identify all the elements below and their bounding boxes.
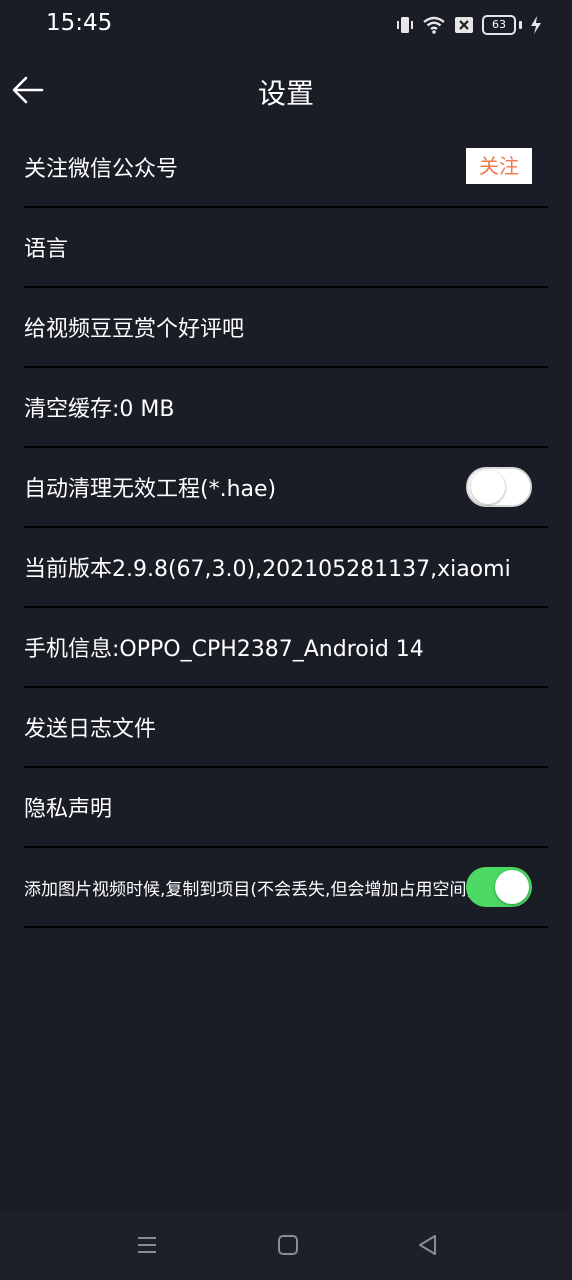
setting-clear-cache[interactable]: 清空缓存:0 MB xyxy=(24,368,548,448)
status-bar: 15:45 63 xyxy=(0,0,572,50)
setting-phone-info[interactable]: 手机信息:OPPO_CPH2387_Android 14 xyxy=(24,608,548,688)
setting-label: 语言 xyxy=(24,237,69,262)
setting-label: 清空缓存:0 MB xyxy=(24,397,175,422)
navigation-bar xyxy=(0,1210,572,1280)
title-bar: 设置 xyxy=(0,60,572,122)
copy-media-toggle[interactable] xyxy=(466,867,532,907)
setting-follow-wechat[interactable]: 关注微信公众号 关注 xyxy=(24,128,548,208)
setting-label: 给视频豆豆赏个好评吧 xyxy=(24,317,245,342)
setting-privacy[interactable]: 隐私声明 xyxy=(24,768,548,848)
setting-label: 添加图片视频时候,复制到项目(不会丢失,但会增加占用空间) xyxy=(24,879,474,900)
setting-label: 发送日志文件 xyxy=(24,717,157,742)
setting-send-log[interactable]: 发送日志文件 xyxy=(24,688,548,768)
no-sim-icon xyxy=(454,16,474,34)
vibrate-icon xyxy=(396,15,414,35)
setting-language[interactable]: 语言 xyxy=(24,208,548,288)
battery-icon: 63 xyxy=(482,15,522,35)
settings-list: 关注微信公众号 关注 语言 给视频豆豆赏个好评吧 清空缓存:0 MB 自动清理无… xyxy=(24,128,548,928)
setting-auto-clean: 自动清理无效工程(*.hae) xyxy=(24,448,548,528)
follow-button[interactable]: 关注 xyxy=(466,148,532,184)
charging-icon xyxy=(530,15,542,35)
setting-label: 自动清理无效工程(*.hae) xyxy=(24,477,277,502)
auto-clean-toggle[interactable] xyxy=(466,467,532,507)
menu-icon[interactable] xyxy=(132,1230,162,1260)
status-time: 15:45 xyxy=(46,10,113,36)
toggle-knob xyxy=(495,870,529,904)
wifi-icon xyxy=(422,15,446,35)
home-icon[interactable] xyxy=(273,1230,303,1260)
page-title: 设置 xyxy=(257,77,314,110)
status-icons: 63 xyxy=(396,12,542,38)
setting-copy-media: 添加图片视频时候,复制到项目(不会丢失,但会增加占用空间) xyxy=(24,848,548,928)
battery-level: 63 xyxy=(482,15,516,35)
setting-rate-app[interactable]: 给视频豆豆赏个好评吧 xyxy=(24,288,548,368)
setting-label: 关注微信公众号 xyxy=(24,157,179,182)
toggle-knob xyxy=(471,470,505,504)
setting-version[interactable]: 当前版本2.9.8(67,3.0),202105281137,xiaomi xyxy=(24,528,548,608)
setting-label: 手机信息:OPPO_CPH2387_Android 14 xyxy=(24,637,424,662)
back-icon[interactable] xyxy=(413,1230,443,1260)
setting-label: 隐私声明 xyxy=(24,797,113,822)
setting-label: 当前版本2.9.8(67,3.0),202105281137,xiaomi xyxy=(24,557,511,582)
